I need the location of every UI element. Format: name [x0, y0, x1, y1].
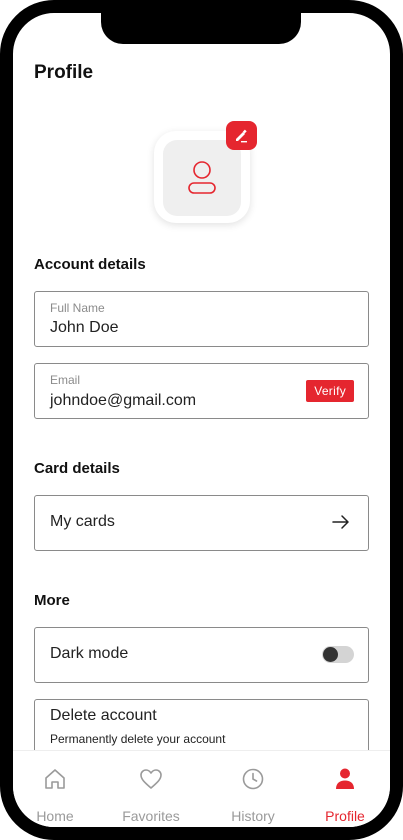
user-outline-icon	[188, 161, 216, 194]
more-title: More	[34, 592, 70, 609]
account-details-title: Account details	[34, 256, 146, 273]
home-icon	[45, 769, 65, 789]
tab-history[interactable]: History	[206, 751, 300, 827]
phone-frame: Profile Account details Full Name John D…	[0, 0, 403, 840]
my-cards-row[interactable]: My cards	[34, 495, 369, 551]
full-name-field[interactable]: Full Name John Doe	[34, 291, 369, 347]
tab-history-label: History	[231, 808, 275, 824]
tab-favorites[interactable]: Favorites	[104, 751, 198, 827]
toggle-knob	[323, 647, 338, 662]
delete-account-description: Permanently delete your account	[50, 732, 226, 746]
heart-icon	[140, 769, 162, 789]
user-icon	[336, 768, 354, 789]
edit-avatar-button[interactable]	[226, 121, 257, 150]
delete-account-label: Delete account	[50, 707, 157, 724]
dark-mode-row[interactable]: Dark mode	[34, 627, 369, 683]
avatar[interactable]	[163, 140, 241, 216]
dark-mode-toggle[interactable]	[322, 646, 354, 663]
full-name-label: Full Name	[50, 301, 105, 315]
tab-home[interactable]: Home	[13, 751, 102, 827]
email-label: Email	[50, 373, 81, 387]
arrow-right-icon	[332, 515, 349, 529]
notch	[101, 13, 301, 44]
card-details-title: Card details	[34, 460, 120, 477]
page-title: Profile	[34, 62, 94, 83]
email-field[interactable]: Email johndoe@gmail.com Verify	[34, 363, 369, 419]
full-name-value[interactable]: John Doe	[50, 319, 119, 337]
tab-profile[interactable]: Profile	[298, 751, 390, 827]
verify-button[interactable]: Verify	[306, 380, 354, 402]
clock-icon	[242, 768, 264, 790]
pencil-icon	[236, 129, 247, 143]
tab-home-label: Home	[36, 808, 74, 824]
tab-bar: Home Favorites History Profile	[13, 750, 390, 827]
dark-mode-label: Dark mode	[50, 645, 129, 662]
tab-profile-label: Profile	[325, 808, 365, 824]
tab-favorites-label: Favorites	[122, 808, 180, 824]
email-value[interactable]: johndoe@gmail.com	[50, 392, 196, 410]
my-cards-label: My cards	[50, 513, 115, 530]
